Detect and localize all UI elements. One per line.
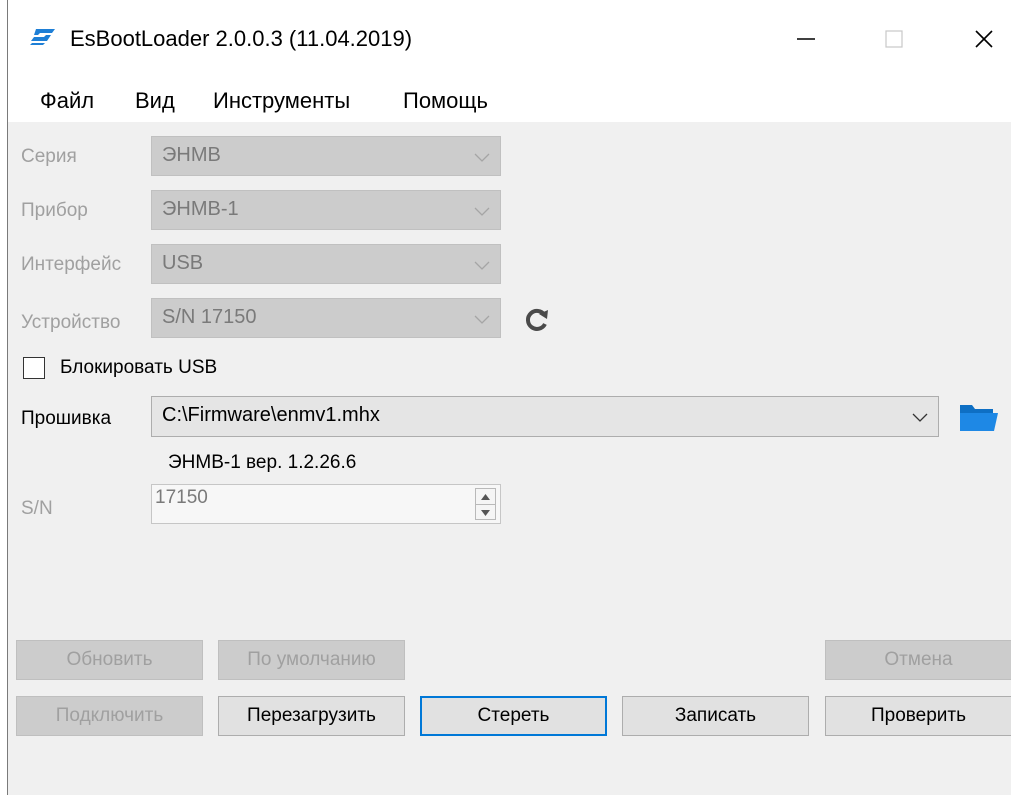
menu-bar: Файл Вид Инструменты Помощь	[8, 82, 1011, 122]
device-model-value: ЭНМВ-1	[162, 198, 239, 220]
write-button[interactable]: Записать	[622, 696, 809, 736]
sn-spin-buttons[interactable]	[475, 488, 496, 520]
device-model-select[interactable]: ЭНМВ-1	[151, 190, 501, 230]
sn-label: S/N	[21, 498, 53, 519]
firmware-version: ЭНМВ-1 вер. 1.2.26.6	[168, 452, 357, 473]
sn-stepper[interactable]: 17150	[151, 484, 501, 524]
series-value: ЭНМВ	[162, 144, 221, 166]
sn-value: 17150	[155, 487, 208, 508]
chevron-down-icon	[474, 258, 490, 276]
chevron-down-icon	[474, 312, 490, 330]
folder-open-icon[interactable]	[959, 402, 999, 437]
interface-select[interactable]: USB	[151, 244, 501, 284]
reboot-button[interactable]: Перезагрузить	[218, 696, 405, 736]
erase-button[interactable]: Стереть	[420, 696, 607, 736]
menu-help[interactable]: Помощь	[403, 84, 488, 118]
cancel-button[interactable]: Отмена	[825, 640, 1011, 680]
maximize-button[interactable]	[863, 14, 925, 68]
main-panel: Серия ЭНМВ Прибор ЭНМВ-1 Интерфейс USB У…	[8, 122, 1011, 795]
chevron-down-icon	[912, 410, 928, 428]
firmware-value: C:\Firmware\enmv1.mhx	[162, 404, 380, 426]
menu-file[interactable]: Файл	[40, 84, 94, 118]
device-model-label: Прибор	[21, 200, 88, 221]
block-usb-label: Блокировать USB	[60, 357, 218, 378]
firmware-select[interactable]: C:\Firmware\enmv1.mhx	[151, 396, 939, 437]
firmware-label: Прошивка	[21, 408, 112, 429]
device-value: S/N 17150	[162, 306, 257, 328]
interface-value: USB	[162, 252, 204, 274]
menu-view[interactable]: Вид	[135, 84, 175, 118]
chevron-down-icon	[474, 204, 490, 222]
menu-tools[interactable]: Инструменты	[213, 84, 350, 118]
default-button[interactable]: По умолчанию	[218, 640, 405, 680]
spin-up-icon[interactable]	[476, 489, 495, 505]
connect-button[interactable]: Подключить	[16, 696, 203, 736]
update-button[interactable]: Обновить	[16, 640, 203, 680]
title-bar: EsBootLoader 2.0.0.3 (11.04.2019)	[8, 0, 1011, 82]
block-usb-checkbox[interactable]	[23, 357, 45, 379]
device-select[interactable]: S/N 17150	[151, 298, 501, 338]
spin-down-icon[interactable]	[476, 505, 495, 520]
series-label: Серия	[21, 146, 77, 167]
minimize-icon	[796, 29, 816, 54]
interface-label: Интерфейс	[21, 254, 122, 275]
app-logo-icon	[30, 28, 56, 51]
minimize-button[interactable]	[775, 14, 837, 68]
close-button[interactable]	[953, 14, 1011, 68]
chevron-down-icon	[474, 150, 490, 168]
device-label: Устройство	[21, 312, 121, 333]
series-select[interactable]: ЭНМВ	[151, 136, 501, 176]
window-title: EsBootLoader 2.0.0.3 (11.04.2019)	[70, 26, 413, 51]
refresh-icon[interactable]	[524, 307, 550, 338]
close-icon	[974, 29, 994, 54]
maximize-icon	[885, 29, 903, 53]
verify-button[interactable]: Проверить	[825, 696, 1011, 736]
